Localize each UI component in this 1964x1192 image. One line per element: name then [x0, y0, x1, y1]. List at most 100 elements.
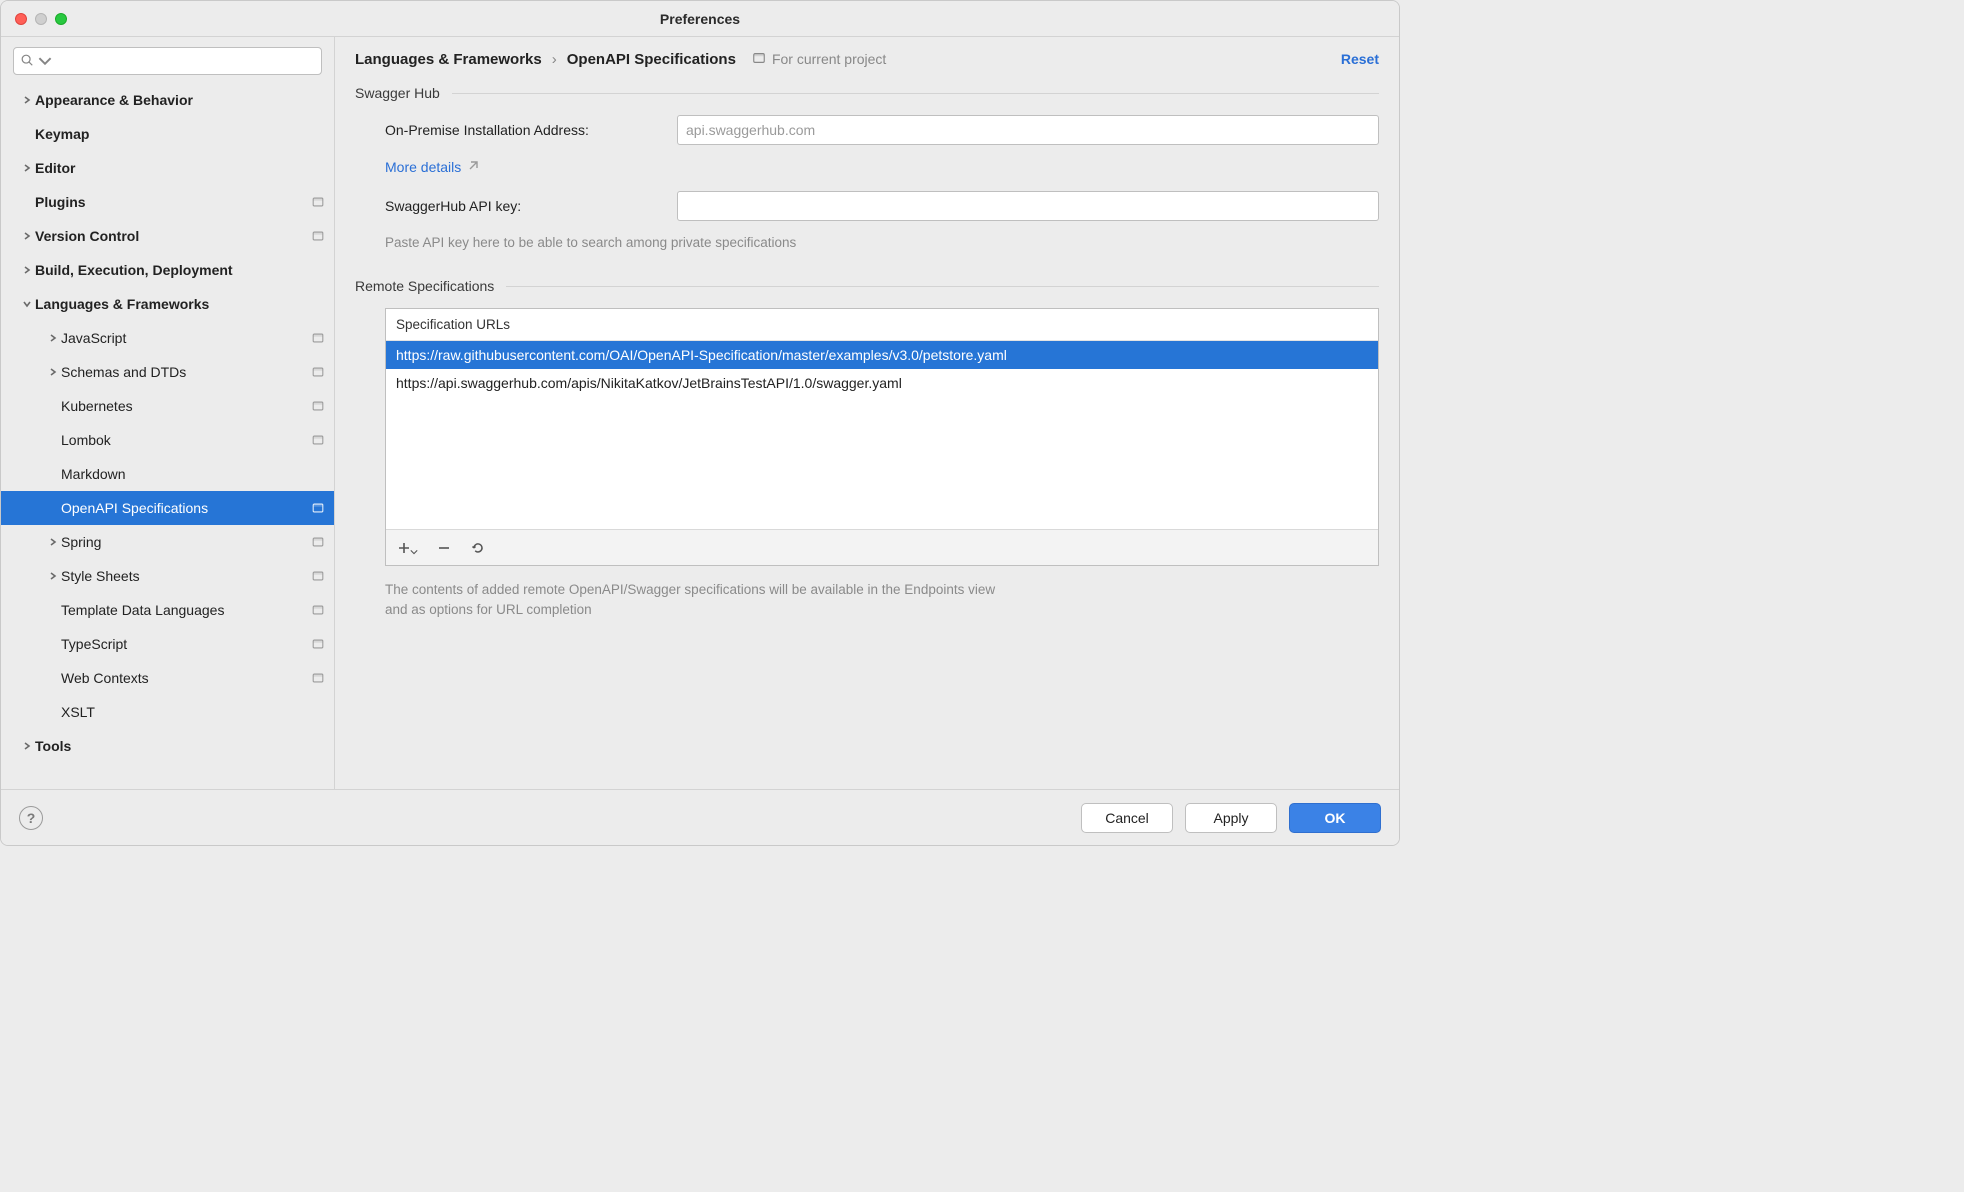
preferences-window: Preferences Appearance & Behavior Keymap E…	[0, 0, 1400, 846]
sidebar-item-openapi-specifications[interactable]: OpenAPI Specifications	[1, 491, 334, 525]
sidebar-item-style-sheets[interactable]: Style Sheets	[1, 559, 334, 593]
reset-link[interactable]: Reset	[1341, 51, 1379, 67]
sidebar-item-label: Build, Execution, Deployment	[35, 262, 310, 278]
window-title: Preferences	[1, 11, 1399, 27]
sidebar-item-schemas-and-dtds[interactable]: Schemas and DTDs	[1, 355, 334, 389]
sidebar-item-label: JavaScript	[61, 330, 310, 346]
sidebar-item-build-execution-deployment[interactable]: Build, Execution, Deployment	[1, 253, 334, 287]
breadcrumb: Languages & Frameworks › OpenAPI Specifi…	[355, 51, 736, 68]
project-scope-icon	[310, 501, 326, 515]
sidebar-item-label: Kubernetes	[61, 398, 310, 414]
chevron-right-icon[interactable]	[45, 333, 61, 343]
sidebar-item-editor[interactable]: Editor	[1, 151, 334, 185]
project-scope-icon	[310, 433, 326, 447]
project-scope-icon	[310, 569, 326, 583]
scope-label: For current project	[772, 51, 886, 67]
chevron-down-icon[interactable]	[19, 299, 35, 309]
chevron-right-icon[interactable]	[19, 95, 35, 105]
cancel-button[interactable]: Cancel	[1081, 803, 1173, 833]
settings-search-input[interactable]	[56, 54, 315, 69]
section-title-remote: Remote Specifications	[355, 278, 494, 294]
search-icon	[20, 53, 34, 70]
chevron-right-icon[interactable]	[45, 571, 61, 581]
scope-indicator: For current project	[752, 51, 886, 68]
sidebar-item-lombok[interactable]: Lombok	[1, 423, 334, 457]
api-key-hint: Paste API key here to be able to search …	[385, 235, 1379, 250]
chevron-right-icon[interactable]	[19, 163, 35, 173]
spec-url-row[interactable]: https://raw.githubusercontent.com/OAI/Op…	[386, 341, 1378, 369]
project-scope-icon	[310, 331, 326, 345]
divider	[506, 286, 1379, 287]
sidebar-item-label: Keymap	[35, 126, 310, 142]
chevron-right-icon[interactable]	[19, 265, 35, 275]
sidebar-item-javascript[interactable]: JavaScript	[1, 321, 334, 355]
minimize-window-button[interactable]	[35, 13, 47, 25]
chevron-right-icon[interactable]	[45, 367, 61, 377]
sidebar-item-label: Style Sheets	[61, 568, 310, 584]
remote-spec-table: Specification URLs https://raw.githubuse…	[385, 308, 1379, 566]
api-key-label: SwaggerHub API key:	[385, 198, 663, 214]
remove-button[interactable]	[436, 540, 452, 556]
sidebar-item-label: Template Data Languages	[61, 602, 310, 618]
sidebar-item-label: Markdown	[61, 466, 310, 482]
project-scope-icon	[310, 195, 326, 209]
apply-button[interactable]: Apply	[1185, 803, 1277, 833]
add-button[interactable]	[396, 540, 418, 556]
sidebar-item-label: TypeScript	[61, 636, 310, 652]
sidebar-item-label: XSLT	[61, 704, 310, 720]
titlebar: Preferences	[1, 1, 1399, 37]
section-title-swaggerhub: Swagger Hub	[355, 85, 440, 101]
sidebar-item-spring[interactable]: Spring	[1, 525, 334, 559]
sidebar-item-appearance-behavior[interactable]: Appearance & Behavior	[1, 83, 334, 117]
project-scope-icon	[310, 637, 326, 651]
chevron-right-icon: ›	[552, 51, 557, 68]
sidebar-item-label: Editor	[35, 160, 310, 176]
refresh-button[interactable]	[470, 540, 486, 556]
sidebar-item-label: Schemas and DTDs	[61, 364, 310, 380]
dialog-footer: ? Cancel Apply OK	[1, 789, 1399, 845]
spec-url-row[interactable]: https://api.swaggerhub.com/apis/NikitaKa…	[386, 369, 1378, 397]
project-scope-icon	[310, 535, 326, 549]
more-details-link[interactable]: More details	[385, 159, 461, 175]
zoom-window-button[interactable]	[55, 13, 67, 25]
chevron-down-icon	[38, 54, 52, 68]
chevron-right-icon[interactable]	[19, 231, 35, 241]
sidebar-item-keymap[interactable]: Keymap	[1, 117, 334, 151]
onpremise-address-input[interactable]	[677, 115, 1379, 145]
settings-tree: Appearance & Behavior Keymap Editor Plugins…	[1, 83, 334, 789]
window-controls	[15, 13, 67, 25]
sidebar-item-template-data-languages[interactable]: Template Data Languages	[1, 593, 334, 627]
sidebar-item-label: Languages & Frameworks	[35, 296, 310, 312]
address-label: On-Premise Installation Address:	[385, 122, 663, 138]
sidebar-item-web-contexts[interactable]: Web Contexts	[1, 661, 334, 695]
remote-spec-toolbar	[386, 529, 1378, 565]
project-scope-icon	[310, 229, 326, 243]
chevron-right-icon[interactable]	[19, 741, 35, 751]
project-scope-icon	[310, 399, 326, 413]
api-key-input[interactable]	[677, 191, 1379, 221]
project-scope-icon	[310, 603, 326, 617]
remote-spec-hint: The contents of added remote OpenAPI/Swa…	[385, 580, 1005, 621]
help-button[interactable]: ?	[19, 806, 43, 830]
remote-spec-list[interactable]: https://raw.githubusercontent.com/OAI/Op…	[386, 341, 1378, 529]
project-scope-icon	[752, 51, 766, 68]
breadcrumb-root[interactable]: Languages & Frameworks	[355, 51, 542, 68]
sidebar-item-plugins[interactable]: Plugins	[1, 185, 334, 219]
sidebar-item-tools[interactable]: Tools	[1, 729, 334, 763]
settings-sidebar: Appearance & Behavior Keymap Editor Plugins…	[1, 37, 335, 789]
sidebar-item-version-control[interactable]: Version Control	[1, 219, 334, 253]
chevron-right-icon[interactable]	[45, 537, 61, 547]
sidebar-item-markdown[interactable]: Markdown	[1, 457, 334, 491]
sidebar-item-label: Spring	[61, 534, 310, 550]
ok-button[interactable]: OK	[1289, 803, 1381, 833]
sidebar-item-languages-frameworks[interactable]: Languages & Frameworks	[1, 287, 334, 321]
close-window-button[interactable]	[15, 13, 27, 25]
sidebar-item-label: Web Contexts	[61, 670, 310, 686]
sidebar-item-kubernetes[interactable]: Kubernetes	[1, 389, 334, 423]
settings-search[interactable]	[13, 47, 322, 75]
sidebar-item-label: Lombok	[61, 432, 310, 448]
sidebar-item-xslt[interactable]: XSLT	[1, 695, 334, 729]
project-scope-icon	[310, 671, 326, 685]
breadcrumb-leaf: OpenAPI Specifications	[567, 51, 736, 68]
sidebar-item-typescript[interactable]: TypeScript	[1, 627, 334, 661]
